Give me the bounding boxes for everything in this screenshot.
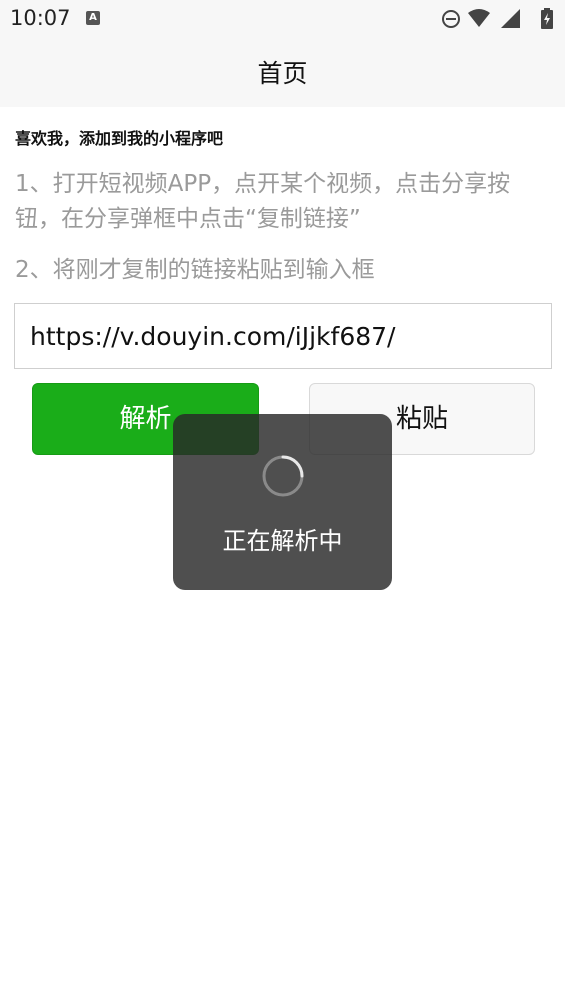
- instruction-step-1: 1、打开短视频APP，点开某个视频，点击分享按钮，在分享弹框中点击“复制链接”: [15, 171, 511, 232]
- a-notification-icon: A: [86, 11, 100, 25]
- url-input[interactable]: [14, 303, 552, 369]
- wifi-icon: [468, 9, 490, 27]
- toast-text: 正在解析中: [222, 527, 343, 555]
- loading-toast: 正在解析中: [173, 414, 392, 590]
- cell-signal-icon: [501, 9, 520, 28]
- status-time: 10:07: [10, 6, 71, 30]
- page-title: 首页: [257, 59, 308, 88]
- status-bar: 10:07 A: [0, 0, 565, 38]
- loading-spinner-icon: [262, 455, 304, 497]
- instruction-step-2: 2、将刚才复制的链接粘贴到输入框: [15, 257, 375, 283]
- battery-charging-icon: [541, 8, 553, 29]
- nav-bar: 首页: [0, 38, 565, 107]
- headline: 喜欢我，添加到我的小程序吧: [15, 129, 224, 148]
- do-not-disturb-icon: [442, 10, 460, 28]
